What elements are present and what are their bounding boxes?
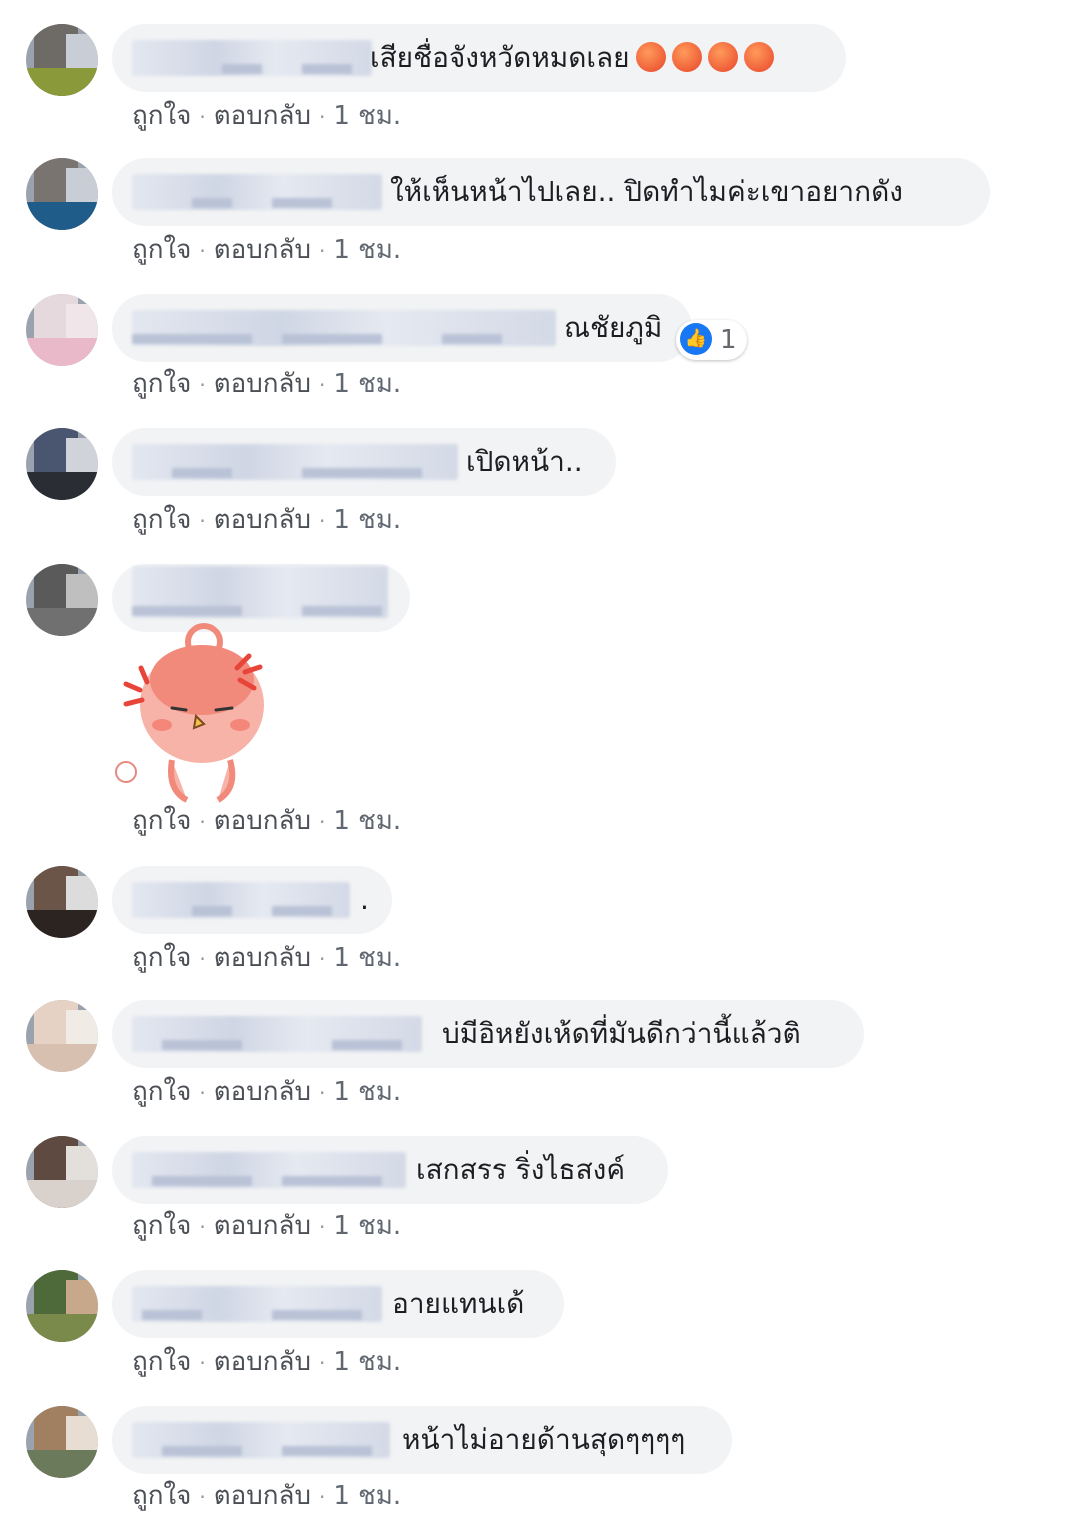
comment-actions: ถูกใจ · ตอบกลับ · 1 ชม. [132,1481,402,1511]
like-count-badge[interactable]: 👍 1 [676,320,747,360]
reply-link[interactable]: ตอบกลับ [214,943,311,973]
comment-text: เสกสรร ริ่งไธสงค์ [416,1153,626,1186]
reply-link[interactable]: ตอบกลับ [214,1481,311,1511]
avatar[interactable] [26,158,98,230]
angry-chick-sticker[interactable] [112,620,292,805]
comment-actions: ถูกใจ · ตอบกลับ · 1 ชม. [132,1347,402,1377]
reply-link[interactable]: ตอบกลับ [214,369,311,399]
blurred-name[interactable] [132,1286,382,1322]
reply-link[interactable]: ตอบกลับ [214,1211,311,1241]
blurred-name[interactable] [132,566,388,618]
angry-face-icon [743,42,774,72]
timestamp[interactable]: 1 ชม. [333,1077,401,1107]
reply-link[interactable]: ตอบกลับ [214,1347,311,1377]
avatar[interactable] [26,1270,98,1342]
comment-text: ให้เห็นหน้าไปเลย.. ปิดทำไมค่ะเขาอยากดัง [390,175,903,208]
comment-actions: ถูกใจ · ตอบกลับ · 1 ชม. [132,101,402,131]
reply-link[interactable]: ตอบกลับ [214,505,311,535]
avatar[interactable] [26,24,98,96]
timestamp[interactable]: 1 ชม. [333,369,401,399]
comment-actions: ถูกใจ · ตอบกลับ · 1 ชม. [132,943,402,973]
comment-bubble: อายแทนเด้ [112,1270,564,1338]
comment-actions: ถูกใจ · ตอบกลับ · 1 ชม. [132,806,402,836]
comment-actions: ถูกใจ · ตอบกลับ · 1 ชม. [132,235,402,265]
timestamp[interactable]: 1 ชม. [333,505,401,535]
comment-actions: ถูกใจ · ตอบกลับ · 1 ชม. [132,1077,402,1107]
avatar[interactable] [26,866,98,938]
comment-bubble: เปิดหน้า.. [112,428,616,496]
timestamp[interactable]: 1 ชม. [333,943,401,973]
timestamp[interactable]: 1 ชม. [333,806,401,836]
comment-actions: ถูกใจ · ตอบกลับ · 1 ชม. [132,1211,402,1241]
angry-face-icon [635,42,666,72]
comment-text: เปิดหน้า.. [466,445,583,478]
comment-text: ณชัยภูมิ [564,311,663,344]
comment-bubble: หน้าไม่อายด้านสุดๆๆๆๆ [112,1406,732,1474]
comment-text: . [360,883,369,916]
timestamp[interactable]: 1 ชม. [333,1347,401,1377]
comment-actions: ถูกใจ · ตอบกลับ · 1 ชม. [132,505,402,535]
like-link[interactable]: ถูกใจ [132,369,191,399]
angry-face-icon [671,42,702,72]
avatar[interactable] [26,428,98,500]
avatar[interactable] [26,1136,98,1208]
blurred-name[interactable] [132,174,382,210]
avatar[interactable] [26,1000,98,1072]
like-link[interactable]: ถูกใจ [132,1211,191,1241]
like-link[interactable]: ถูกใจ [132,943,191,973]
avatar[interactable] [26,564,98,636]
timestamp[interactable]: 1 ชม. [333,1481,401,1511]
blurred-name[interactable] [132,1152,406,1188]
like-link[interactable]: ถูกใจ [132,1347,191,1377]
timestamp[interactable]: 1 ชม. [333,101,401,131]
comment-bubble: เสียชื่อจังหวัดหมดเลย [112,24,846,92]
thumbs-up-icon: 👍 [680,322,712,355]
comment-actions: ถูกใจ · ตอบกลับ · 1 ชม. [132,369,402,399]
like-link[interactable]: ถูกใจ [132,1481,191,1511]
comment-bubble: เสกสรร ริ่งไธสงค์ [112,1136,668,1204]
reply-link[interactable]: ตอบกลับ [214,1077,311,1107]
blurred-name[interactable] [132,1422,390,1458]
timestamp[interactable]: 1 ชม. [333,1211,401,1241]
like-link[interactable]: ถูกใจ [132,806,191,836]
blurred-name[interactable] [132,310,556,346]
like-link[interactable]: ถูกใจ [132,505,191,535]
blurred-name[interactable] [132,1016,422,1052]
comment-bubble: . [112,866,392,934]
blurred-name[interactable] [132,40,372,76]
comment-bubble: ให้เห็นหน้าไปเลย.. ปิดทำไมค่ะเขาอยากดัง [112,158,990,226]
like-link[interactable]: ถูกใจ [132,235,191,265]
like-link[interactable]: ถูกใจ [132,1077,191,1107]
blurred-name[interactable] [132,444,458,480]
comment-text: บ่มีอิหยังเห้ดที่มันดีกว่านี้แล้วติ [442,1017,801,1050]
comment-bubble: บ่มีอิหยังเห้ดที่มันดีกว่านี้แล้วติ [112,1000,864,1068]
avatar[interactable] [26,294,98,366]
reply-link[interactable]: ตอบกลับ [214,806,311,836]
comment-text: หน้าไม่อายด้านสุดๆๆๆๆ [402,1423,686,1456]
timestamp[interactable]: 1 ชม. [333,235,401,265]
comment-bubble: ณชัยภูมิ [112,294,692,362]
avatar[interactable] [26,1406,98,1478]
comment-text: อายแทนเด้ [392,1287,525,1320]
angry-face-icon [707,42,738,72]
reply-link[interactable]: ตอบกลับ [214,235,311,265]
reply-link[interactable]: ตอบกลับ [214,101,311,131]
comment-text: เสียชื่อจังหวัดหมดเลย [370,24,774,92]
like-link[interactable]: ถูกใจ [132,101,191,131]
blurred-name[interactable] [132,882,350,918]
